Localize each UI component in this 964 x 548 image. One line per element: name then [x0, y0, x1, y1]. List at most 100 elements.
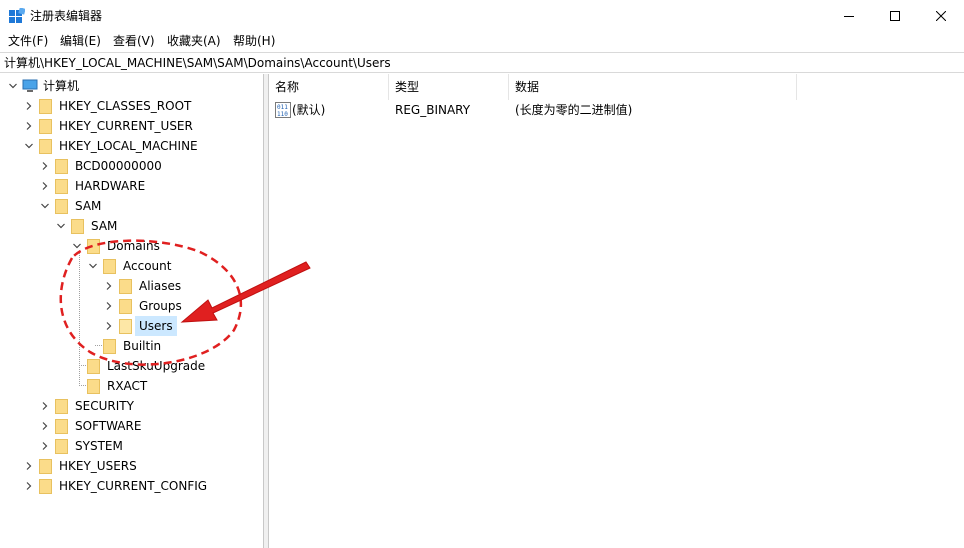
chevron-right-icon[interactable] — [105, 302, 113, 310]
folder-icon — [119, 299, 132, 314]
title-bar: 注册表编辑器 — [0, 0, 964, 31]
tree-item-hkey-users[interactable]: HKEY_USERS — [1, 456, 261, 476]
tree-item-label: HKEY_USERS — [59, 459, 137, 473]
menu-bar: 文件(F) 编辑(E) 查看(V) 收藏夹(A) 帮助(H) — [0, 31, 964, 51]
folder-icon — [39, 459, 52, 474]
chevron-right-icon[interactable] — [25, 482, 33, 490]
tree-item-label: SOFTWARE — [75, 419, 142, 433]
chevron-right-icon[interactable] — [25, 462, 33, 470]
maximize-icon — [890, 10, 900, 21]
value-name: (默认) — [292, 103, 326, 117]
computer-icon — [22, 79, 38, 92]
chevron-right-icon[interactable] — [41, 422, 49, 430]
tree-item-hkey-local-machine[interactable]: HKEY_LOCAL_MACHINE — [1, 136, 261, 156]
window-title: 注册表编辑器 — [30, 9, 103, 23]
folder-icon — [39, 119, 52, 134]
tree-item-label: BCD00000000 — [75, 159, 162, 173]
tree-item-system[interactable]: SYSTEM — [1, 436, 261, 456]
tree-item-label: SYSTEM — [75, 439, 123, 453]
tree-item-domains[interactable]: Domains — [1, 236, 261, 256]
folder-open-icon — [119, 319, 132, 334]
chevron-right-icon[interactable] — [41, 162, 49, 170]
tree-item-aliases[interactable]: Aliases — [1, 276, 261, 296]
chevron-right-icon[interactable] — [41, 402, 49, 410]
maximize-button[interactable] — [872, 0, 918, 31]
chevron-down-icon[interactable] — [57, 222, 65, 230]
column-header-data[interactable]: 数据 — [509, 74, 797, 100]
tree-item-groups[interactable]: Groups — [1, 296, 261, 316]
column-header-type[interactable]: 类型 — [389, 74, 509, 100]
folder-open-icon — [71, 219, 84, 234]
chevron-right-icon[interactable] — [25, 122, 33, 130]
tree-item-label: Groups — [139, 299, 182, 313]
minimize-icon — [844, 15, 854, 17]
folder-icon — [39, 99, 52, 114]
tree-item-sam[interactable]: SAM — [1, 196, 261, 216]
tree-item-label: SECURITY — [75, 399, 134, 413]
chevron-down-icon[interactable] — [25, 142, 33, 150]
tree-item-users[interactable]: Users — [1, 316, 261, 336]
menu-favorites[interactable]: 收藏夹(A) — [165, 33, 223, 49]
chevron-right-icon[interactable] — [41, 442, 49, 450]
tree-item-label: HKEY_CLASSES_ROOT — [59, 99, 192, 113]
tree-item-label: Account — [123, 259, 172, 273]
tree-item-rxact[interactable]: RXACT — [1, 376, 261, 396]
tree-item-label: HKEY_CURRENT_CONFIG — [59, 479, 208, 493]
tree-item-label: SAM — [75, 199, 102, 213]
tree-item-bcd[interactable]: BCD00000000 — [1, 156, 261, 176]
tree-item-hkey-classes-root[interactable]: HKEY_CLASSES_ROOT — [1, 96, 261, 116]
chevron-down-icon[interactable] — [73, 242, 81, 250]
binary-value-icon: 011 110 — [275, 102, 291, 118]
folder-icon — [55, 399, 68, 414]
tree-item-lastskuupgrade[interactable]: LastSkuUpgrade — [1, 356, 261, 376]
tree-item-label: 计算机 — [43, 79, 80, 93]
folder-open-icon — [39, 139, 52, 154]
chevron-right-icon[interactable] — [105, 282, 113, 290]
tree-item-builtin[interactable]: Builtin — [1, 336, 261, 356]
tree-item-label: Aliases — [139, 279, 182, 293]
chevron-down-icon[interactable] — [9, 82, 17, 90]
chevron-down-icon[interactable] — [41, 202, 49, 210]
folder-icon — [39, 479, 52, 494]
values-list[interactable]: 名称 类型 数据 011 110 (默认) REG_BINARY (长度为零的二… — [268, 74, 964, 548]
folder-icon — [55, 179, 68, 194]
value-type: REG_BINARY — [395, 103, 471, 117]
folder-icon — [87, 359, 100, 374]
tree-item-label: HKEY_LOCAL_MACHINE — [59, 139, 198, 153]
tree-item-account[interactable]: Account — [1, 256, 261, 276]
svg-text:110: 110 — [277, 111, 288, 118]
tree-item-security[interactable]: SECURITY — [1, 396, 261, 416]
minimize-button[interactable] — [826, 0, 872, 31]
folder-open-icon — [55, 199, 68, 214]
tree-item-hkey-current-config[interactable]: HKEY_CURRENT_CONFIG — [1, 476, 261, 496]
chevron-down-icon[interactable] — [89, 262, 97, 270]
chevron-right-icon[interactable] — [105, 322, 113, 330]
address-bar[interactable]: 计算机\HKEY_LOCAL_MACHINE\SAM\SAM\Domains\A… — [0, 52, 964, 73]
chevron-right-icon[interactable] — [25, 102, 33, 110]
folder-icon — [119, 279, 132, 294]
tree-item-label: RXACT — [107, 379, 148, 393]
tree-item-software[interactable]: SOFTWARE — [1, 416, 261, 436]
tree-item-label: Builtin — [123, 339, 162, 353]
tree-item-hardware[interactable]: HARDWARE — [1, 176, 261, 196]
close-button[interactable] — [918, 0, 964, 31]
menu-help[interactable]: 帮助(H) — [231, 33, 277, 49]
menu-file[interactable]: 文件(F) — [6, 33, 50, 49]
menu-view[interactable]: 查看(V) — [111, 33, 157, 49]
close-icon — [936, 10, 946, 21]
tree-item-sam-sub[interactable]: SAM — [1, 216, 261, 236]
address-path[interactable]: 计算机\HKEY_LOCAL_MACHINE\SAM\SAM\Domains\A… — [4, 55, 391, 71]
chevron-right-icon[interactable] — [41, 182, 49, 190]
column-header-name[interactable]: 名称 — [269, 74, 389, 100]
value-row[interactable]: 011 110 (默认) REG_BINARY (长度为零的二进制值) — [269, 100, 797, 120]
svg-text:011: 011 — [277, 104, 288, 111]
tree-item-label: Users — [135, 316, 177, 336]
regedit-app-icon — [9, 8, 25, 23]
tree-item-hkey-current-user[interactable]: HKEY_CURRENT_USER — [1, 116, 261, 136]
key-tree[interactable]: 计算机 HKEY_CLASSES_ROOT HKEY_CURRENT_USER … — [1, 74, 264, 548]
folder-icon — [55, 439, 68, 454]
folder-icon — [55, 159, 68, 174]
menu-edit[interactable]: 编辑(E) — [58, 33, 103, 49]
tree-item-label: LastSkuUpgrade — [107, 359, 206, 373]
tree-item-computer[interactable]: 计算机 — [1, 76, 261, 96]
